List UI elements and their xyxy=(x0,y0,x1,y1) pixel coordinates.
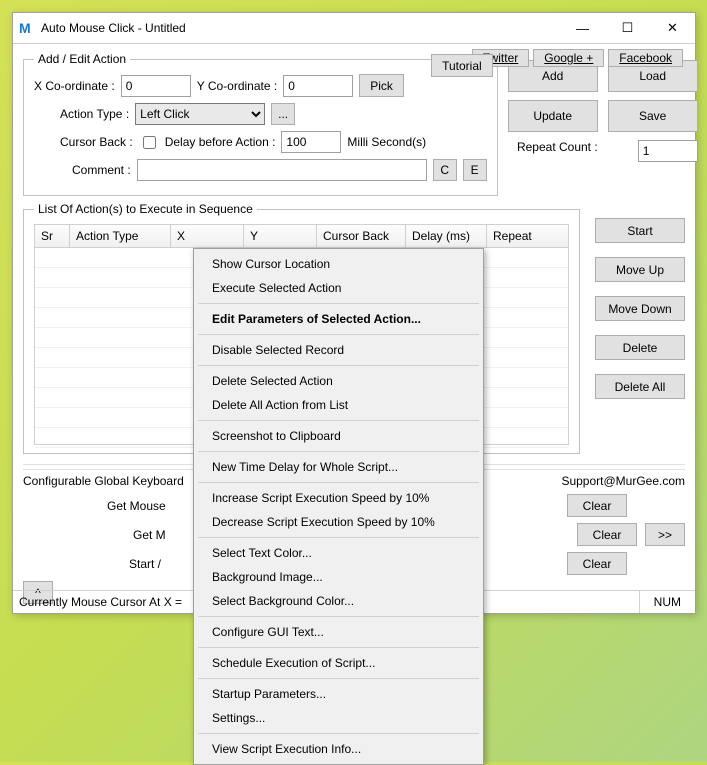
menu-item[interactable]: Disable Selected Record xyxy=(196,338,481,362)
repeat-count-label: Repeat Count : xyxy=(517,140,598,154)
add-edit-action-group: Add / Edit Action Tutorial X Co-ordinate… xyxy=(23,52,498,196)
support-link[interactable]: Support@MurGee.com xyxy=(561,474,685,488)
menu-separator xyxy=(198,365,479,366)
top-links: Twitter Google + Facebook xyxy=(472,49,683,67)
x-coordinate-input[interactable] xyxy=(121,75,191,97)
menu-separator xyxy=(198,647,479,648)
menu-item[interactable]: Delete Selected Action xyxy=(196,369,481,393)
menu-item[interactable]: Select Background Color... xyxy=(196,589,481,613)
col-sr[interactable]: Sr xyxy=(35,225,70,247)
more-button[interactable]: >> xyxy=(645,523,685,546)
facebook-link[interactable]: Facebook xyxy=(608,49,683,67)
add-edit-legend: Add / Edit Action xyxy=(34,52,130,66)
context-menu[interactable]: Show Cursor LocationExecute Selected Act… xyxy=(193,248,484,765)
menu-item[interactable]: Edit Parameters of Selected Action... xyxy=(196,307,481,331)
maximize-button[interactable]: ☐ xyxy=(605,13,650,43)
move-up-button[interactable]: Move Up xyxy=(595,257,685,282)
menu-separator xyxy=(198,482,479,483)
google-link[interactable]: Google + xyxy=(533,49,604,67)
menu-item[interactable]: Screenshot to Clipboard xyxy=(196,424,481,448)
update-button[interactable]: Update xyxy=(508,100,598,132)
menu-item[interactable]: View Script Execution Info... xyxy=(196,737,481,761)
tutorial-button[interactable]: Tutorial xyxy=(431,54,493,77)
menu-item[interactable]: Show Cursor Location xyxy=(196,252,481,276)
start-stop-label: Start / xyxy=(129,557,161,571)
ms-label: Milli Second(s) xyxy=(347,135,426,149)
comment-label: Comment : xyxy=(72,163,131,177)
clear-button-2[interactable]: Clear xyxy=(577,523,637,546)
col-action-type[interactable]: Action Type xyxy=(70,225,171,247)
menu-separator xyxy=(198,334,479,335)
menu-item[interactable]: Configure GUI Text... xyxy=(196,620,481,644)
pick-button[interactable]: Pick xyxy=(359,74,404,97)
action-type-select[interactable]: Left Click xyxy=(135,103,265,125)
action-list-legend: List Of Action(s) to Execute in Sequence xyxy=(34,202,257,216)
delete-button[interactable]: Delete xyxy=(595,335,685,360)
delete-all-button[interactable]: Delete All xyxy=(595,374,685,399)
col-x[interactable]: X xyxy=(171,225,244,247)
minimize-button[interactable]: — xyxy=(560,13,605,43)
menu-item[interactable]: Delete All Action from List xyxy=(196,393,481,417)
get-mouse-label: Get Mouse xyxy=(107,499,166,513)
clear-button-1[interactable]: Clear xyxy=(567,494,627,517)
x-coordinate-label: X Co-ordinate : xyxy=(34,79,115,93)
window-title: Auto Mouse Click - Untitled xyxy=(41,21,560,35)
col-cursor-back[interactable]: Cursor Back xyxy=(317,225,406,247)
title-bar: M Auto Mouse Click - Untitled — ☐ ✕ xyxy=(13,13,695,44)
app-logo-icon: M xyxy=(19,20,35,36)
col-repeat[interactable]: Repeat xyxy=(487,225,568,247)
clear-button-3[interactable]: Clear xyxy=(567,552,627,575)
menu-separator xyxy=(198,678,479,679)
delay-label: Delay before Action : xyxy=(165,135,276,149)
menu-item[interactable]: Select Text Color... xyxy=(196,541,481,565)
action-type-more-button[interactable]: ... xyxy=(271,103,295,125)
menu-item[interactable]: Settings... xyxy=(196,706,481,730)
e-button[interactable]: E xyxy=(463,159,487,181)
col-delay[interactable]: Delay (ms) xyxy=(406,225,487,247)
move-down-button[interactable]: Move Down xyxy=(595,296,685,321)
cursor-back-checkbox[interactable] xyxy=(143,136,156,149)
menu-item[interactable]: Increase Script Execution Speed by 10% xyxy=(196,486,481,510)
repeat-count-input[interactable] xyxy=(638,140,698,162)
cfg-keyboard-label: Configurable Global Keyboard xyxy=(23,474,184,488)
menu-item[interactable]: Decrease Script Execution Speed by 10% xyxy=(196,510,481,534)
get-m-label: Get M xyxy=(133,528,166,542)
save-button[interactable]: Save xyxy=(608,100,698,132)
y-coordinate-label: Y Co-ordinate : xyxy=(197,79,278,93)
close-button[interactable]: ✕ xyxy=(650,13,695,43)
cursor-back-label: Cursor Back : xyxy=(60,135,133,149)
action-table-header: Sr Action Type X Y Cursor Back Delay (ms… xyxy=(34,224,569,248)
c-button[interactable]: C xyxy=(433,159,457,181)
col-y[interactable]: Y xyxy=(244,225,317,247)
menu-item[interactable]: Execute Selected Action xyxy=(196,276,481,300)
menu-separator xyxy=(198,733,479,734)
menu-item[interactable]: Background Image... xyxy=(196,565,481,589)
menu-separator xyxy=(198,303,479,304)
menu-separator xyxy=(198,537,479,538)
y-coordinate-input[interactable] xyxy=(283,75,353,97)
menu-separator xyxy=(198,420,479,421)
menu-separator xyxy=(198,451,479,452)
menu-item[interactable]: Startup Parameters... xyxy=(196,682,481,706)
menu-item[interactable]: New Time Delay for Whole Script... xyxy=(196,455,481,479)
start-button[interactable]: Start xyxy=(595,218,685,243)
action-type-label: Action Type : xyxy=(60,107,129,121)
menu-item[interactable]: Schedule Execution of Script... xyxy=(196,651,481,675)
delay-input[interactable] xyxy=(281,131,341,153)
status-num: NUM xyxy=(640,591,695,613)
menu-separator xyxy=(198,616,479,617)
comment-input[interactable] xyxy=(137,159,427,181)
